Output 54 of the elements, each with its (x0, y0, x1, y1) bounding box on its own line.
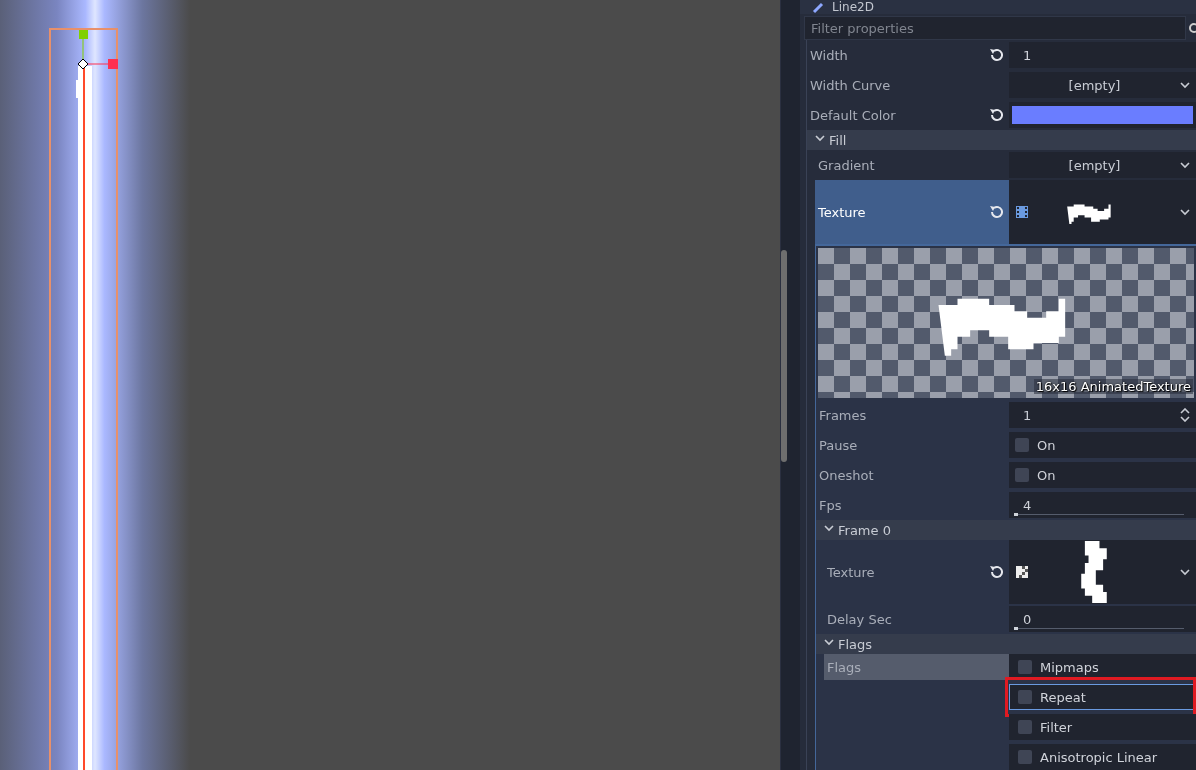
checkbox[interactable] (1015, 438, 1029, 452)
line-node-icon (812, 2, 824, 14)
node-title: Line2D (832, 1, 874, 14)
property-label: Default Color (810, 107, 896, 123)
checkbox[interactable] (1018, 690, 1032, 704)
chevron-down-icon (1180, 161, 1190, 169)
preview-caption: 16x16 AnimatedTexture (1033, 379, 1193, 394)
property-label: Texture (827, 564, 875, 580)
filter-field[interactable]: Filter properties (804, 16, 1186, 40)
property-label: Delay Sec (827, 611, 892, 627)
film-icon (1015, 205, 1029, 219)
texture-thumbnail (1079, 541, 1109, 603)
section-header[interactable]: Fill (807, 130, 1196, 150)
resource-dropdown[interactable]: [empty] (1009, 72, 1196, 98)
spin-field[interactable]: 1 (1009, 402, 1196, 428)
resource-dropdown[interactable]: [empty] (1009, 152, 1196, 178)
flag-option[interactable]: Anisotropic Linear (1009, 744, 1196, 770)
scrollbar[interactable] (781, 250, 787, 462)
checkbox[interactable] (1015, 468, 1029, 482)
flag-option[interactable]: Repeat (1009, 684, 1196, 710)
checkbox[interactable] (1018, 660, 1032, 674)
property-label: Texture (818, 204, 866, 220)
property-label: Fps (819, 497, 842, 513)
checkbox[interactable] (1018, 750, 1032, 764)
checkbox-label: On (1037, 467, 1056, 483)
chevron-down-icon (1180, 81, 1190, 89)
checkbox-label: On (1037, 437, 1056, 453)
checkbox-label: Mipmaps (1040, 659, 1099, 675)
flag-option[interactable]: Filter (1009, 714, 1196, 740)
chevron-down-icon (1180, 208, 1190, 216)
property-label: Gradient (818, 157, 875, 173)
image-icon (1015, 565, 1029, 579)
checkbox-label: Repeat (1040, 689, 1086, 705)
number-field[interactable]: 1 (1009, 42, 1196, 68)
checkbox-label: Anisotropic Linear (1040, 749, 1158, 765)
checkbox-label: Filter (1040, 719, 1073, 735)
section-header[interactable]: Flags (816, 634, 1196, 654)
range-field[interactable]: 4 (1009, 492, 1196, 518)
color-swatch[interactable] (1012, 106, 1193, 124)
flag-option[interactable]: Mipmaps (1009, 654, 1196, 680)
property-label: Frames (819, 407, 867, 423)
texture-dropdown[interactable] (1009, 540, 1196, 604)
chevron-down-icon (1180, 568, 1190, 576)
section-header[interactable]: Frame 0 (816, 520, 1196, 540)
property-label: Width (810, 47, 848, 63)
property-label: Flags (824, 654, 1009, 680)
range-field[interactable]: 0 (1009, 606, 1196, 632)
texture-dropdown[interactable] (1009, 180, 1196, 244)
spinner-arrows-icon (1180, 408, 1190, 422)
property-label: Width Curve (810, 77, 891, 93)
search-icon (1188, 22, 1196, 34)
property-label: Pause (819, 437, 858, 453)
property-label: Oneshot (819, 467, 874, 483)
checkbox[interactable] (1018, 720, 1032, 734)
